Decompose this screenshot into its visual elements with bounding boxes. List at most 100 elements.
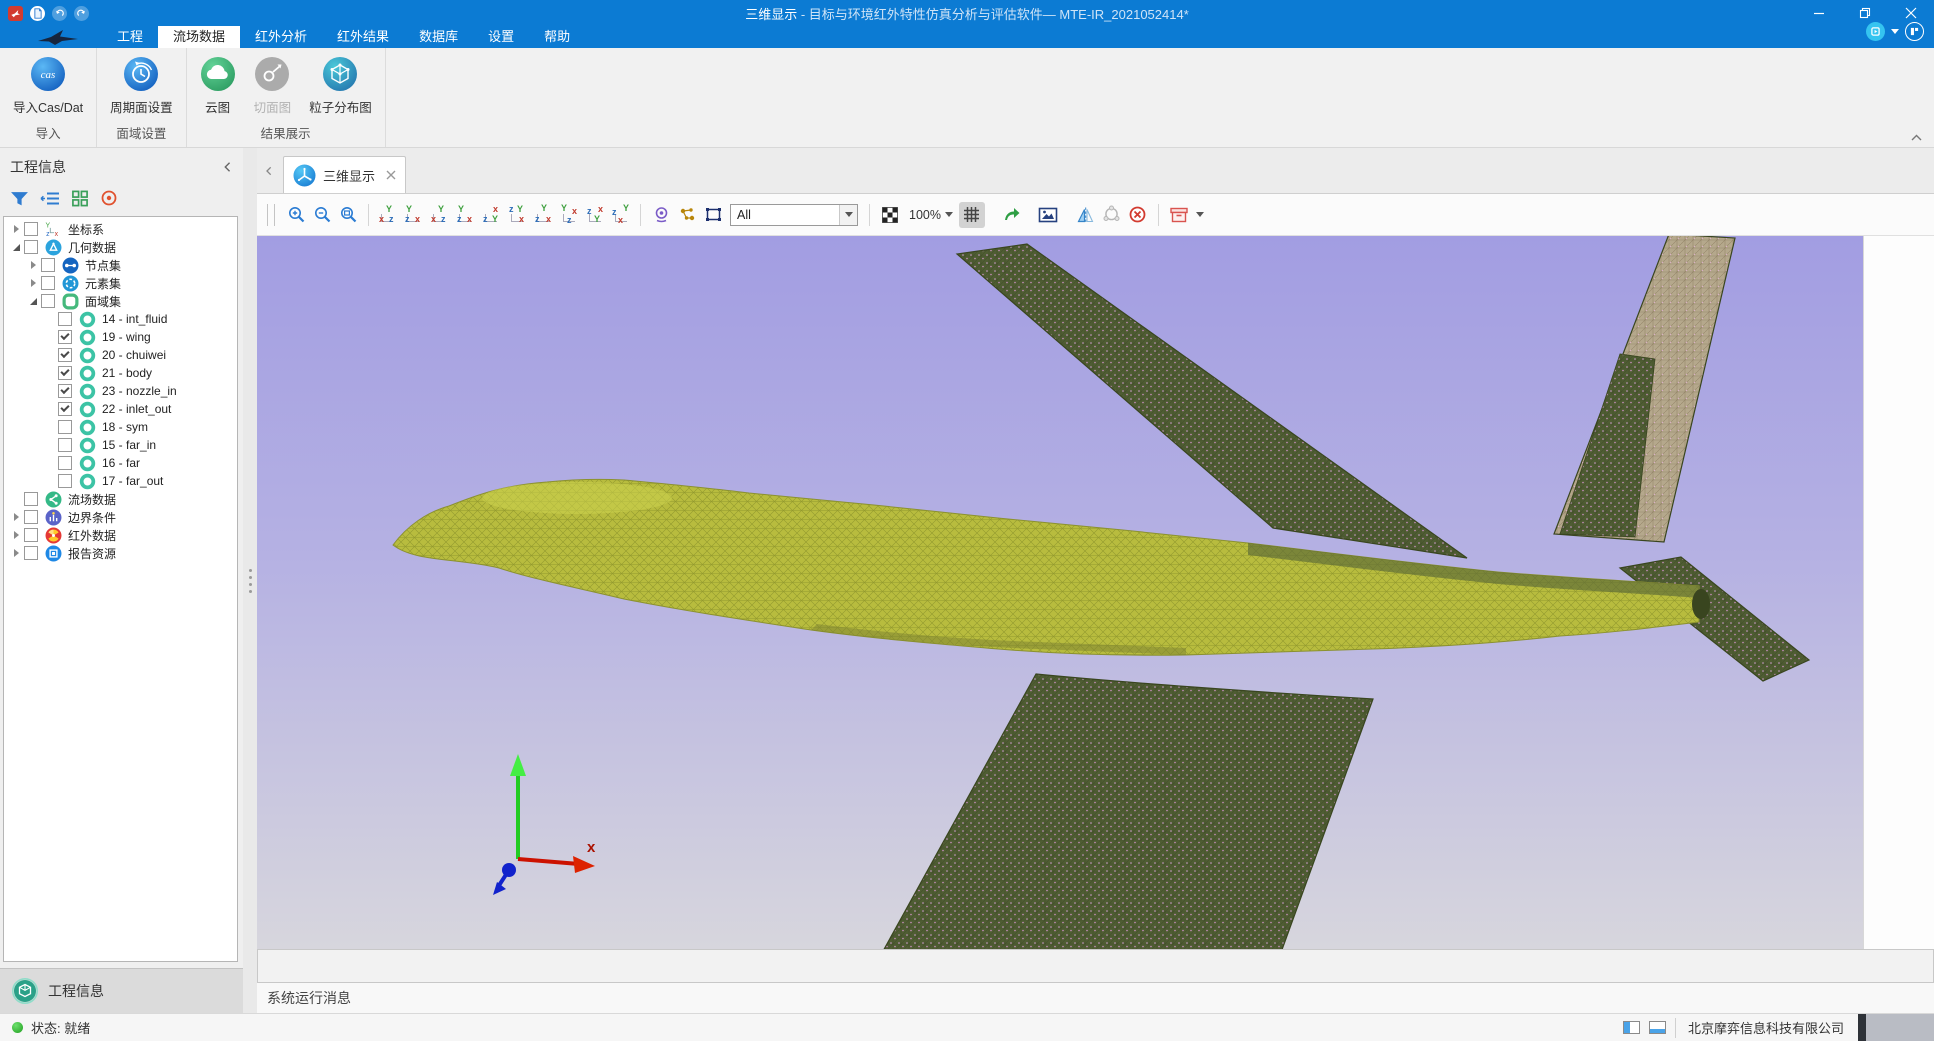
toolbar-drag-handle[interactable]	[267, 204, 275, 226]
tree-node-label[interactable]: 14 - int_fluid	[102, 312, 167, 326]
tree-item[interactable]: 红外数据	[4, 526, 237, 544]
tree-item[interactable]: 20 - chuiwei	[4, 346, 237, 364]
tree-item[interactable]: 元素集	[4, 274, 237, 292]
new-document-icon[interactable]	[30, 6, 45, 21]
expander-icon[interactable]	[44, 384, 58, 398]
expander-icon[interactable]	[10, 222, 24, 236]
tree-node-label[interactable]: 坐标系	[68, 221, 104, 238]
tree-node-label[interactable]: 16 - far	[102, 456, 140, 470]
molecule-icon[interactable]	[674, 202, 700, 228]
filter-icon[interactable]	[10, 190, 29, 207]
zoom-fit-icon[interactable]	[335, 202, 361, 228]
tree-checkbox[interactable]	[24, 222, 38, 236]
expander-icon[interactable]	[27, 276, 41, 290]
tree-item[interactable]: 18 - sym	[4, 418, 237, 436]
view-iso-1-icon[interactable]: Yzx	[532, 203, 555, 226]
zoom-out-icon[interactable]	[309, 202, 335, 228]
project-tree[interactable]: Yzx 坐标系 几何数据 节点集 元素集 面域集 14 - int_fluid …	[3, 216, 238, 962]
tree-item[interactable]: 19 - wing	[4, 328, 237, 346]
panel-splitter[interactable]	[243, 148, 257, 1013]
section-box-icon[interactable]	[1166, 202, 1192, 228]
view-front-icon[interactable]: Yxz	[376, 203, 399, 226]
tree-checkbox[interactable]	[58, 366, 72, 380]
tree-node-label[interactable]: 流场数据	[68, 491, 116, 508]
chevron-down-icon[interactable]	[1891, 29, 1899, 34]
tree-node-label[interactable]: 红外数据	[68, 527, 116, 544]
expander-icon[interactable]	[44, 312, 58, 326]
undo-icon[interactable]	[52, 6, 67, 21]
tree-checkbox[interactable]	[24, 528, 38, 542]
expander-icon[interactable]	[44, 456, 58, 470]
tree-checkbox[interactable]	[58, 312, 72, 326]
tree-item[interactable]: 边界条件	[4, 508, 237, 526]
expander-icon[interactable]	[44, 438, 58, 452]
periodic-face-button[interactable]: 周期面设置	[103, 56, 180, 116]
menu-item-ir-analysis[interactable]: 红外分析	[240, 26, 322, 48]
tree-checkbox[interactable]	[41, 258, 55, 272]
grid-view-icon[interactable]	[71, 190, 89, 207]
menu-item-settings[interactable]: 设置	[473, 26, 529, 48]
tree-node-label[interactable]: 面域集	[85, 293, 121, 310]
tree-checkbox[interactable]	[24, 240, 38, 254]
tree-node-label[interactable]: 报告资源	[68, 545, 116, 562]
expander-icon[interactable]	[10, 492, 24, 506]
project-panel-footer-button[interactable]: 工程信息	[0, 968, 243, 1013]
collapse-panel-button[interactable]	[221, 160, 235, 174]
locate-target-icon[interactable]	[100, 189, 118, 207]
redo-icon[interactable]	[74, 6, 89, 21]
tree-item[interactable]: Yzx 坐标系	[4, 220, 237, 238]
tree-checkbox[interactable]	[58, 474, 72, 488]
tree-item[interactable]: 流场数据	[4, 490, 237, 508]
import-casdat-button[interactable]: cas 导入Cas/Dat	[6, 56, 90, 116]
tree-checkbox[interactable]	[41, 294, 55, 308]
restore-button[interactable]	[1842, 0, 1888, 26]
tree-node-label[interactable]: 18 - sym	[102, 420, 148, 434]
expander-icon[interactable]	[44, 330, 58, 344]
tree-checkbox[interactable]	[58, 330, 72, 344]
camera-icon[interactable]	[648, 202, 674, 228]
contour-plot-button[interactable]: 云图	[193, 56, 243, 116]
expander-icon[interactable]	[27, 258, 41, 272]
expander-icon[interactable]	[27, 294, 41, 308]
expander-icon[interactable]	[10, 528, 24, 542]
tree-checkbox[interactable]	[58, 438, 72, 452]
snapshot-icon[interactable]	[1035, 202, 1061, 228]
tree-node-label[interactable]: 17 - far_out	[102, 474, 163, 488]
tree-node-label[interactable]: 23 - nozzle_in	[102, 384, 177, 398]
view-bottom-icon[interactable]: zYx	[506, 203, 529, 226]
zoom-in-icon[interactable]	[283, 202, 309, 228]
tree-node-label[interactable]: 19 - wing	[102, 330, 151, 344]
tree-checkbox[interactable]	[58, 402, 72, 416]
tree-node-label[interactable]: 20 - chuiwei	[102, 348, 166, 362]
3d-viewport[interactable]: x	[257, 236, 1863, 949]
tree-item[interactable]: 22 - inlet_out	[4, 400, 237, 418]
chevron-down-icon[interactable]	[839, 205, 857, 225]
expander-icon[interactable]	[44, 348, 58, 362]
tree-node-label[interactable]: 节点集	[85, 257, 121, 274]
tree-item[interactable]: 14 - int_fluid	[4, 310, 237, 328]
particle-plot-button[interactable]: 粒子分布图	[302, 56, 379, 116]
tree-item[interactable]: 报告资源	[4, 544, 237, 562]
view-iso-3-icon[interactable]: xzY	[584, 203, 607, 226]
view-back-icon[interactable]: Yzx	[402, 203, 425, 226]
export-arrow-icon[interactable]	[999, 202, 1025, 228]
tree-item[interactable]: 15 - far_in	[4, 436, 237, 454]
ribbon-collapse-icon[interactable]	[1911, 134, 1922, 141]
tree-item[interactable]: 17 - far_out	[4, 472, 237, 490]
tree-node-label[interactable]: 几何数据	[68, 239, 116, 256]
select-region-icon[interactable]	[700, 202, 726, 228]
layout-bottom-panel-icon[interactable]	[1649, 1021, 1666, 1034]
mesh-toggle-icon[interactable]	[959, 202, 985, 228]
menu-item-database[interactable]: 数据库	[404, 26, 473, 48]
tab-scroll-left-button[interactable]	[257, 165, 283, 177]
tree-item[interactable]: 几何数据	[4, 238, 237, 256]
mirror-icon[interactable]	[1073, 202, 1099, 228]
tab-3d-view[interactable]: 三维显示	[283, 156, 406, 193]
tree-node-label[interactable]: 21 - body	[102, 366, 152, 380]
tree-checkbox[interactable]	[24, 510, 38, 524]
view-iso-4-icon[interactable]: Yzx	[610, 203, 633, 226]
tree-item[interactable]: 23 - nozzle_in	[4, 382, 237, 400]
view-right-icon[interactable]: Yzx	[454, 203, 477, 226]
opacity-checker-icon[interactable]	[877, 202, 903, 228]
tree-node-label[interactable]: 边界条件	[68, 509, 116, 526]
